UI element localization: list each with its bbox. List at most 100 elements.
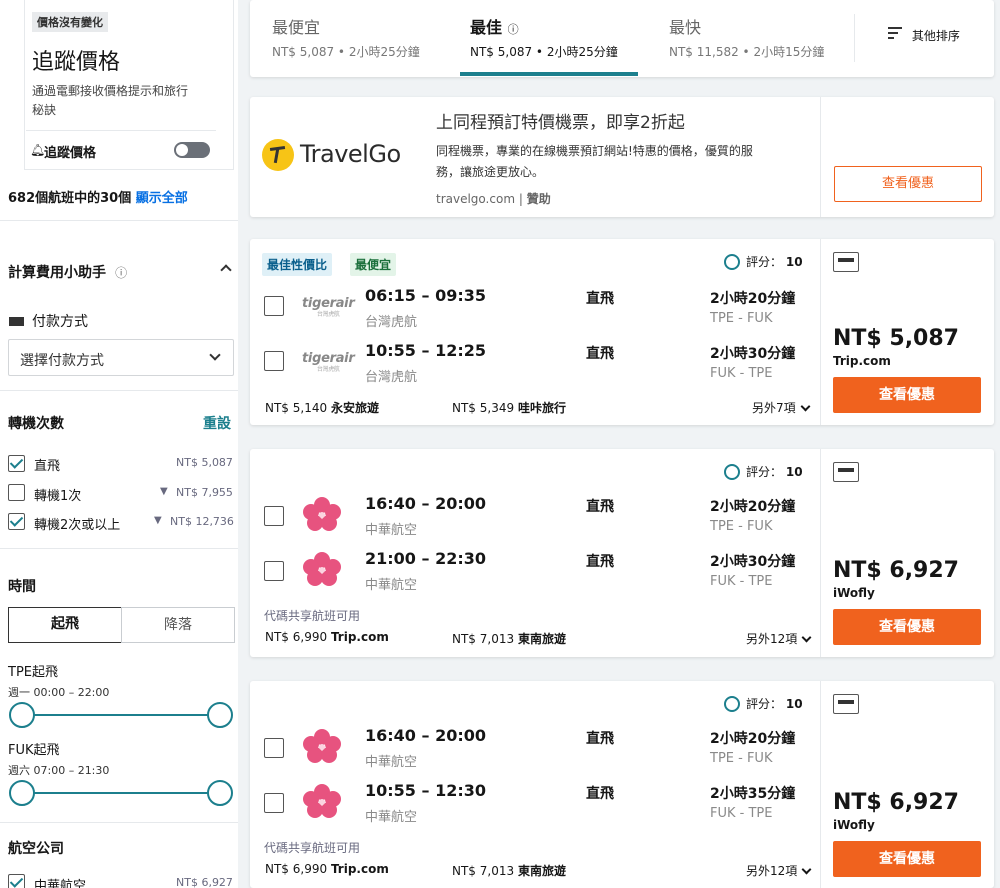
filter-icon: ▼ — [154, 515, 162, 526]
return-slider-track — [22, 792, 220, 794]
tab-cheapest-sub: NT$ 5,087 • 2小時25分鐘 — [272, 45, 420, 59]
chevron-down-icon — [209, 349, 221, 361]
chevron-up-icon[interactable] — [220, 264, 232, 276]
score-ring-icon — [724, 254, 740, 270]
flight-result-card[interactable]: 最佳性價比 最便宜 評分： 10 tigerair 台灣虎航 06:15 – 09… — [250, 239, 994, 425]
codeshare-note: 代碼共享航班可用 — [264, 609, 361, 623]
ad-body-line1: 同程機票，專業的在線機票預訂網站!特惠的價格，優質的服 — [436, 144, 753, 158]
leg-airline: 中華航空 — [365, 810, 418, 825]
flight-score-value: 10 — [785, 255, 803, 269]
flight-result-card[interactable]: 評分： 10 16:40 – 20:00 中華航空 直飛 2小時20分鐘 TPE… — [250, 449, 994, 657]
filter-icon: ▼ — [160, 486, 168, 497]
price-column: NT$ 6,927 iWofly 查看優惠 — [820, 681, 994, 888]
bell-icon: 🔔︎ — [30, 143, 46, 157]
view-deal-button[interactable]: 查看優惠 — [833, 377, 981, 413]
price-alert-badge: 價格沒有變化 — [32, 12, 108, 32]
leg-airline: 中華航空 — [365, 755, 418, 770]
leg-duration: 2小時20分鐘 — [710, 731, 796, 747]
price-alert-toggle[interactable] — [174, 142, 210, 158]
stops-two-plus-checkbox[interactable] — [8, 513, 25, 530]
return-time-label: FUK起飛 — [8, 743, 60, 758]
flight-score: 評分： 10 — [724, 253, 803, 270]
ad-url: travelgo.com — [436, 192, 516, 206]
tigerair-logo: tigerair 台灣虎航 — [302, 351, 355, 373]
tab-fastest[interactable]: 最快 NT$ 11,582 • 2小時15分鐘 — [669, 14, 824, 60]
leg-select-checkbox[interactable] — [264, 738, 284, 758]
flight-price: NT$ 5,087 — [833, 326, 959, 351]
more-offers-label: 另外7項 — [752, 401, 796, 415]
card-icon — [9, 317, 24, 326]
bag-icon — [833, 694, 859, 714]
time-tab-depart[interactable]: 起飛 — [8, 607, 122, 643]
alt-offer-2[interactable]: NT$ 7,013 東南旅遊 — [452, 862, 566, 879]
view-deal-button[interactable]: 查看優惠 — [833, 609, 981, 645]
leg-stops: 直飛 — [586, 786, 614, 802]
stops-direct-checkbox[interactable] — [8, 455, 25, 472]
more-offers-toggle[interactable]: 另外12項 — [746, 862, 812, 879]
return-time-range: 週六 07:00 – 21:30 — [8, 764, 110, 777]
payment-method-label: 付款方式 — [32, 314, 88, 330]
leg-duration: 2小時20分鐘 — [710, 499, 796, 515]
alt-offer-price: NT$ 5,140 — [265, 401, 328, 415]
leg-route: TPE - FUK — [710, 751, 773, 766]
outbound-slider-max-handle[interactable] — [207, 702, 233, 728]
view-deal-button[interactable]: 查看優惠 — [833, 841, 981, 877]
return-slider-min-handle[interactable] — [9, 780, 35, 806]
stops-one-checkbox[interactable] — [8, 484, 25, 501]
view-deal-label: 查看優惠 — [879, 387, 935, 403]
flight-provider: iWofly — [833, 818, 875, 832]
ad-cta-label: 查看優惠 — [881, 176, 934, 191]
badge-cheapest: 最便宜 — [350, 253, 397, 276]
flight-result-card[interactable]: 評分： 10 16:40 – 20:00 中華航空 直飛 2小時20分鐘 TPE… — [250, 681, 994, 888]
bag-icon — [833, 252, 859, 272]
alt-offer-vendor: 哇咔旅行 — [517, 401, 566, 415]
more-offers-toggle[interactable]: 另外7項 — [752, 399, 811, 416]
airline-china-airlines-label: 中華航空 — [34, 879, 87, 888]
tab-best[interactable]: 最佳 ⓘ NT$ 5,087 • 2小時25分鐘 — [470, 14, 618, 60]
alt-offer-1[interactable]: NT$ 6,990 Trip.com — [265, 630, 389, 644]
china-airlines-plum-logo — [303, 552, 341, 586]
china-airlines-plum-logo — [303, 497, 341, 531]
payment-method-select[interactable]: 選擇付款方式 — [8, 339, 234, 376]
airline-china-airlines-checkbox[interactable] — [8, 874, 25, 888]
flight-provider: Trip.com — [833, 354, 891, 368]
alt-offer-price: NT$ 6,990 — [265, 630, 328, 644]
leg-stops: 直飛 — [586, 346, 614, 362]
leg-times: 16:40 – 20:00 — [365, 726, 486, 745]
leg-stops: 直飛 — [586, 554, 614, 570]
ad-divider — [820, 97, 821, 217]
leg-airline: 中華航空 — [365, 578, 418, 593]
codeshare-note: 代碼共享航班可用 — [264, 841, 361, 855]
leg-select-checkbox[interactable] — [264, 793, 284, 813]
leg-route: FUK - TPE — [710, 574, 773, 589]
alt-offer-2[interactable]: NT$ 7,013 東南旅遊 — [452, 630, 566, 647]
flight-provider: iWofly — [833, 586, 875, 600]
leg-select-checkbox[interactable] — [264, 561, 284, 581]
leg-select-checkbox[interactable] — [264, 506, 284, 526]
alt-offer-vendor: Trip.com — [330, 630, 389, 644]
alt-offer-price: NT$ 7,013 — [452, 864, 515, 878]
time-tab-depart-label: 起飛 — [51, 616, 79, 632]
sponsored-ad[interactable]: TravelGo 上同程預訂特價機票，即享2折起 同程機票，專業的在線機票預訂網… — [250, 97, 994, 217]
stops-direct-price: NT$ 5,087 — [176, 456, 233, 469]
return-slider-max-handle[interactable] — [207, 780, 233, 806]
cost-helper-header[interactable]: 計算費用小助手 ⓘ — [8, 262, 234, 282]
leg-select-checkbox[interactable] — [264, 296, 284, 316]
ad-headline: 上同程預訂特價機票，即享2折起 — [436, 113, 685, 133]
leg-select-checkbox[interactable] — [264, 351, 284, 371]
flight-score-label: 評分： — [746, 465, 783, 479]
outbound-slider-min-handle[interactable] — [9, 702, 35, 728]
alt-offer-1[interactable]: NT$ 6,990 Trip.com — [265, 862, 389, 876]
stops-reset-link[interactable]: 重設 — [203, 413, 231, 433]
tab-cheapest[interactable]: 最便宜 NT$ 5,087 • 2小時25分鐘 — [272, 14, 420, 60]
more-offers-toggle[interactable]: 另外12項 — [746, 630, 812, 647]
alt-offer-1[interactable]: NT$ 5,140 永安旅遊 — [265, 399, 379, 416]
divider — [0, 220, 238, 221]
sort-other-button[interactable]: 其他排序 — [888, 27, 960, 44]
info-icon: ⓘ — [115, 266, 128, 280]
ad-cta-button[interactable]: 查看優惠 — [834, 166, 982, 202]
time-tab-arrive[interactable]: 降落 — [121, 607, 235, 643]
leg-route: TPE - FUK — [710, 311, 773, 326]
show-all-link[interactable]: 顯示全部 — [136, 191, 188, 206]
alt-offer-2[interactable]: NT$ 5,349 哇咔旅行 — [452, 399, 566, 416]
